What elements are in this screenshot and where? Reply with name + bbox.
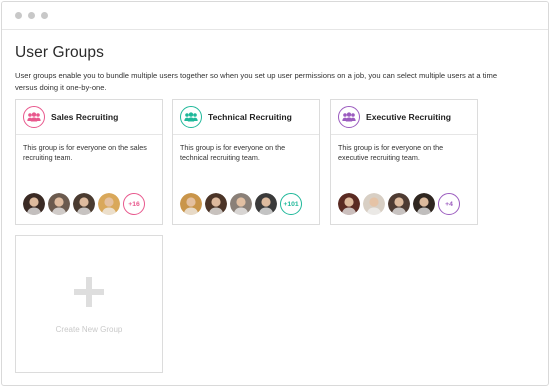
- window-titlebar: [2, 2, 548, 30]
- group-card[interactable]: Technical Recruiting This group is for ev…: [172, 99, 320, 225]
- window-dot-close[interactable]: [15, 12, 22, 19]
- create-new-group-card[interactable]: Create New Group: [15, 235, 163, 373]
- avatar[interactable]: [98, 193, 120, 215]
- avatar[interactable]: [23, 193, 45, 215]
- create-new-group-label: Create New Group: [55, 325, 123, 334]
- group-members: +4: [338, 193, 460, 215]
- window-dot-minimize[interactable]: [28, 12, 35, 19]
- page-title: User Groups: [15, 44, 104, 61]
- window-dot-maximize[interactable]: [41, 12, 48, 19]
- group-name: Technical Recruiting: [208, 112, 292, 122]
- group-name: Executive Recruiting: [366, 112, 452, 122]
- group-card-header: Executive Recruiting: [331, 100, 477, 135]
- group-users-icon: [180, 106, 202, 128]
- more-members-badge[interactable]: +16: [123, 193, 145, 215]
- group-users-icon: [23, 106, 45, 128]
- group-members: +16: [23, 193, 145, 215]
- avatar[interactable]: [230, 193, 252, 215]
- group-description: This group is for everyone on the techni…: [180, 143, 286, 162]
- group-description: This group is for everyone on the sales …: [23, 143, 147, 162]
- avatar[interactable]: [413, 193, 435, 215]
- page-content: User Groups User groups enable you to bu…: [15, 44, 541, 94]
- group-users-icon: [338, 106, 360, 128]
- group-card-header: Technical Recruiting: [173, 100, 319, 135]
- group-card[interactable]: Sales Recruiting This group is for everyo…: [15, 99, 163, 225]
- group-name: Sales Recruiting: [51, 112, 119, 122]
- avatar[interactable]: [363, 193, 385, 215]
- avatar[interactable]: [73, 193, 95, 215]
- avatar[interactable]: [338, 193, 360, 215]
- avatar[interactable]: [388, 193, 410, 215]
- group-members: +101: [180, 193, 302, 215]
- avatar[interactable]: [205, 193, 227, 215]
- group-description: This group is for everyone on the execut…: [338, 143, 444, 162]
- more-members-badge[interactable]: +4: [438, 193, 460, 215]
- group-card[interactable]: Executive Recruiting This group is for ev…: [330, 99, 478, 225]
- more-members-badge[interactable]: +101: [280, 193, 302, 215]
- plus-icon: [74, 277, 104, 307]
- avatar[interactable]: [48, 193, 70, 215]
- group-card-header: Sales Recruiting: [16, 100, 162, 135]
- page-description: User groups enable you to bundle multipl…: [15, 71, 498, 92]
- avatar[interactable]: [180, 193, 202, 215]
- avatar[interactable]: [255, 193, 277, 215]
